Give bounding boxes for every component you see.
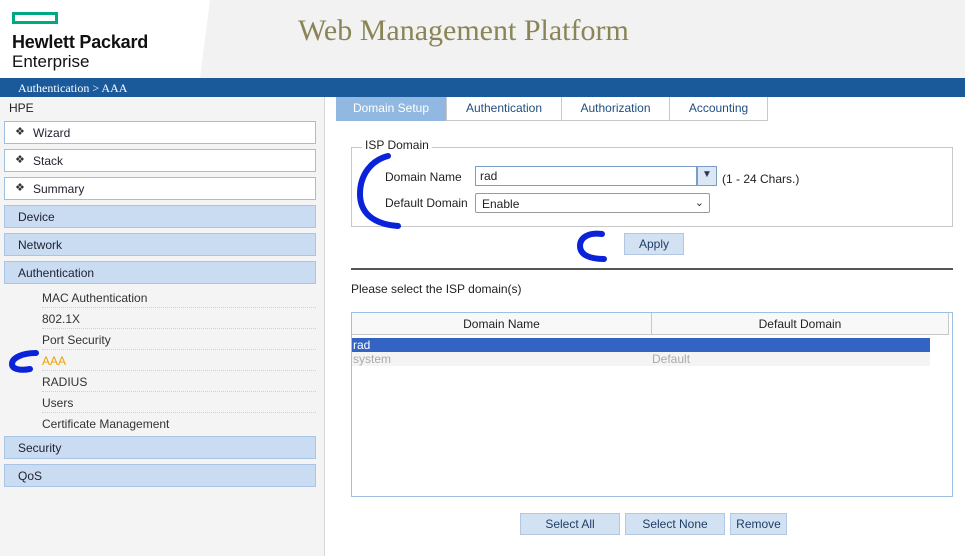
column-header-domain-name[interactable]: Domain Name bbox=[352, 313, 652, 335]
diamond-bullet-icon: ❖ bbox=[15, 182, 25, 194]
diamond-bullet-icon: ❖ bbox=[15, 126, 25, 138]
select-none-button[interactable]: Select None bbox=[625, 513, 725, 535]
tab-authentication[interactable]: Authentication bbox=[447, 97, 562, 121]
table-prompt: Please select the ISP domain(s) bbox=[351, 282, 522, 296]
sidebar-category-network[interactable]: Network bbox=[4, 233, 316, 256]
domain-name-dropdown-button[interactable]: ▼ bbox=[697, 166, 717, 186]
sidebar-subitem-8021x[interactable]: 802.1X bbox=[42, 309, 316, 329]
tab-accounting[interactable]: Accounting bbox=[670, 97, 768, 121]
remove-button[interactable]: Remove bbox=[730, 513, 787, 535]
sidebar-item-stack[interactable]: ❖ Stack bbox=[4, 149, 316, 172]
default-domain-select[interactable]: Enable ⌄ bbox=[475, 193, 710, 213]
tab-domain-setup[interactable]: Domain Setup bbox=[336, 97, 447, 121]
hpe-logo-icon bbox=[12, 12, 58, 24]
domain-name-input[interactable] bbox=[475, 166, 697, 186]
breadcrumb-bar bbox=[0, 78, 965, 97]
sidebar-category-qos[interactable]: QoS bbox=[4, 464, 316, 487]
sidebar-category-device[interactable]: Device bbox=[4, 205, 316, 228]
sidebar-subitem-mac-authentication[interactable]: MAC Authentication bbox=[42, 288, 316, 308]
breadcrumb: Authentication > AAA bbox=[18, 81, 128, 95]
sidebar-item-wizard[interactable]: ❖ Wizard bbox=[4, 121, 316, 144]
sidebar-category-authentication[interactable]: Authentication bbox=[4, 261, 316, 284]
apply-button[interactable]: Apply bbox=[624, 233, 684, 255]
sidebar-item-summary[interactable]: ❖ Summary bbox=[4, 177, 316, 200]
table-cell-domain-name: rad bbox=[353, 338, 371, 352]
logo-text-line1: Hewlett Packard bbox=[12, 32, 149, 52]
sidebar-subitem-aaa[interactable]: AAA bbox=[42, 351, 316, 371]
annotation-mark-aaa bbox=[8, 350, 39, 373]
table-row[interactable]: rad bbox=[352, 338, 930, 352]
sidebar-category-label: QoS bbox=[18, 469, 43, 483]
annotation-bracket-mark bbox=[356, 153, 401, 229]
sidebar-item-label: Wizard bbox=[33, 126, 71, 140]
logo-text-line2: Enterprise bbox=[12, 52, 90, 71]
sidebar-category-label: Authentication bbox=[18, 266, 95, 280]
sidebar-subitem-label: Certificate Management bbox=[42, 417, 170, 431]
select-all-button[interactable]: Select All bbox=[520, 513, 620, 535]
sidebar-subitem-port-security[interactable]: Port Security bbox=[42, 330, 316, 350]
sidebar-subitem-label: AAA bbox=[42, 354, 67, 368]
section-divider bbox=[351, 268, 953, 270]
table-cell-default-domain: Default bbox=[652, 352, 691, 366]
sidebar-subitem-certificate-management[interactable]: Certificate Management bbox=[42, 414, 316, 434]
sidebar-root-label: HPE bbox=[9, 101, 34, 115]
tab-authorization[interactable]: Authorization bbox=[562, 97, 670, 121]
chevron-down-icon: ⌄ bbox=[694, 197, 704, 209]
sidebar-item-label: Stack bbox=[33, 154, 64, 168]
diamond-bullet-icon: ❖ bbox=[15, 154, 25, 166]
sidebar-subitem-radius[interactable]: RADIUS bbox=[42, 372, 316, 392]
sidebar-subitem-label: Users bbox=[42, 396, 74, 410]
tab-bar: Domain Setup Authentication Authorizatio… bbox=[336, 97, 965, 121]
sidebar-item-label: Summary bbox=[33, 182, 85, 196]
annotation-mark-apply bbox=[576, 230, 607, 262]
sidebar-subitem-label: RADIUS bbox=[42, 375, 88, 389]
sidebar-category-label: Device bbox=[18, 210, 55, 224]
default-domain-value: Enable bbox=[482, 197, 520, 211]
table-cell-domain-name: system bbox=[353, 352, 392, 366]
column-header-default-domain[interactable]: Default Domain bbox=[652, 313, 949, 335]
sidebar-subitem-label: Port Security bbox=[42, 333, 111, 347]
isp-domain-fieldset bbox=[351, 147, 953, 227]
sidebar-category-label: Security bbox=[18, 441, 62, 455]
table-row[interactable]: system Default bbox=[352, 352, 930, 366]
sidebar-subitem-label: MAC Authentication bbox=[42, 291, 148, 305]
chevron-down-icon: ▼ bbox=[702, 169, 712, 180]
sidebar-category-security[interactable]: Security bbox=[4, 436, 316, 459]
sidebar-subitem-users[interactable]: Users bbox=[42, 393, 316, 413]
sidebar-category-label: Network bbox=[18, 238, 63, 252]
app-title: Web Management Platform bbox=[298, 14, 629, 47]
sidebar-subitem-label: 802.1X bbox=[42, 312, 81, 326]
char-limit-hint: (1 - 24 Chars.) bbox=[722, 172, 800, 186]
